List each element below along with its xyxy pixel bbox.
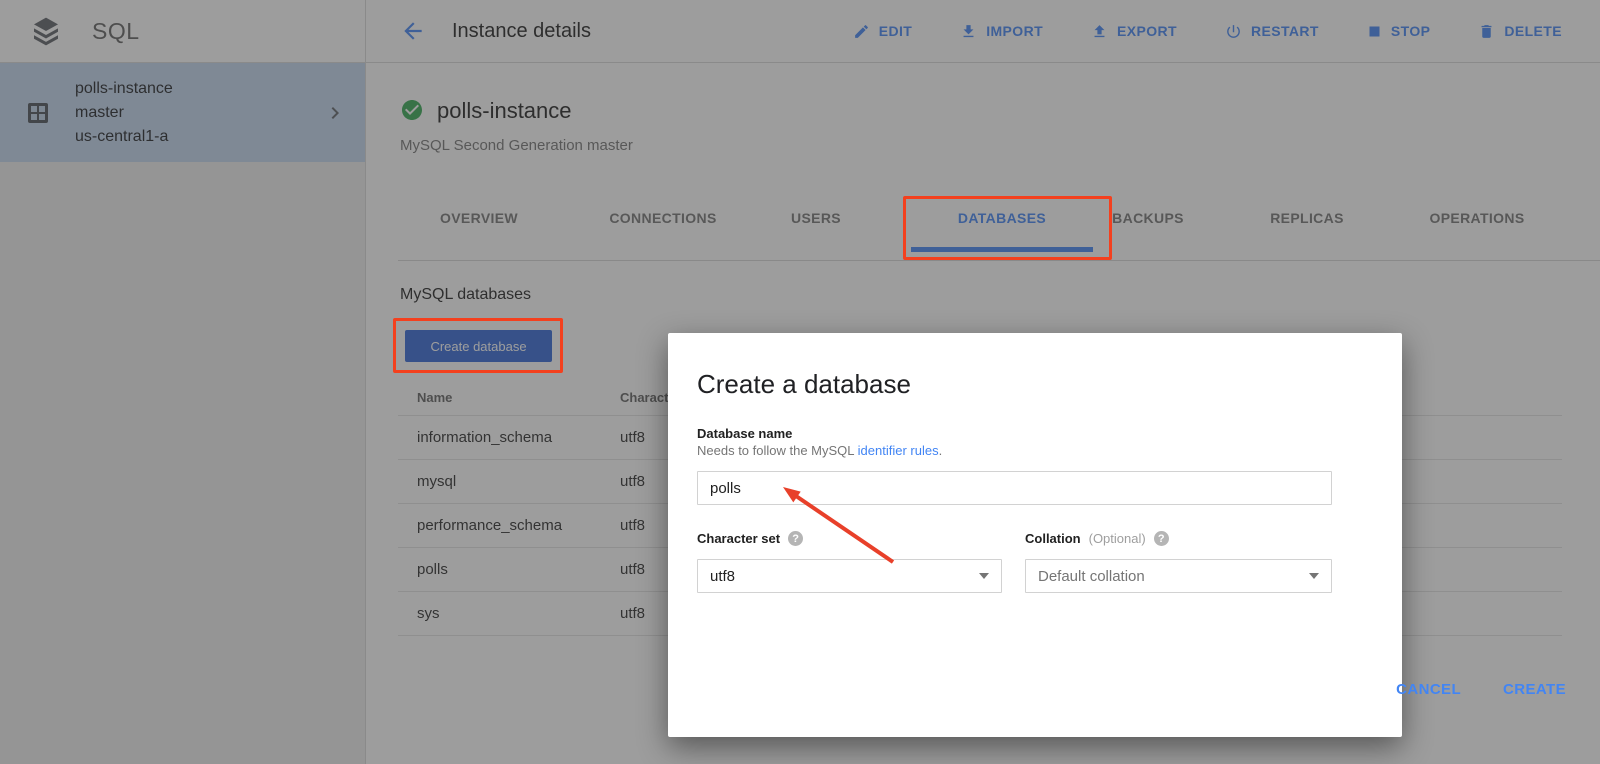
dropdown-caret-icon <box>979 573 989 579</box>
hint-period: . <box>939 443 943 458</box>
cloud-sql-console: SQL Instance details EDIT <box>0 0 1600 764</box>
collation-label: Collation <box>1025 531 1081 546</box>
annotation-box-databases-tab <box>903 196 1112 260</box>
collation-select[interactable]: Default collation <box>1025 559 1332 593</box>
identifier-rules-link[interactable]: identifier rules <box>858 443 939 458</box>
collation-help-icon[interactable]: ? <box>1154 531 1169 546</box>
dropdown-caret-icon <box>1309 573 1319 579</box>
collation-value: Default collation <box>1038 568 1145 585</box>
charset-value: utf8 <box>710 568 735 585</box>
collation-optional-label: (Optional) <box>1089 531 1146 546</box>
cancel-button[interactable]: CANCEL <box>1392 679 1465 700</box>
create-button[interactable]: CREATE <box>1499 679 1570 700</box>
database-name-label: Database name <box>697 426 792 441</box>
dialog-title: Create a database <box>697 369 911 400</box>
hint-text: Needs to follow the MySQL <box>697 443 858 458</box>
charset-label: Character set <box>697 531 780 546</box>
database-name-hint: Needs to follow the MySQL identifier rul… <box>697 443 942 458</box>
dialog-actions: CANCEL CREATE <box>1392 679 1570 700</box>
collation-label-row: Collation (Optional) ? <box>1025 531 1169 546</box>
annotation-arrow <box>770 477 905 572</box>
annotation-box-create-database <box>393 318 563 373</box>
